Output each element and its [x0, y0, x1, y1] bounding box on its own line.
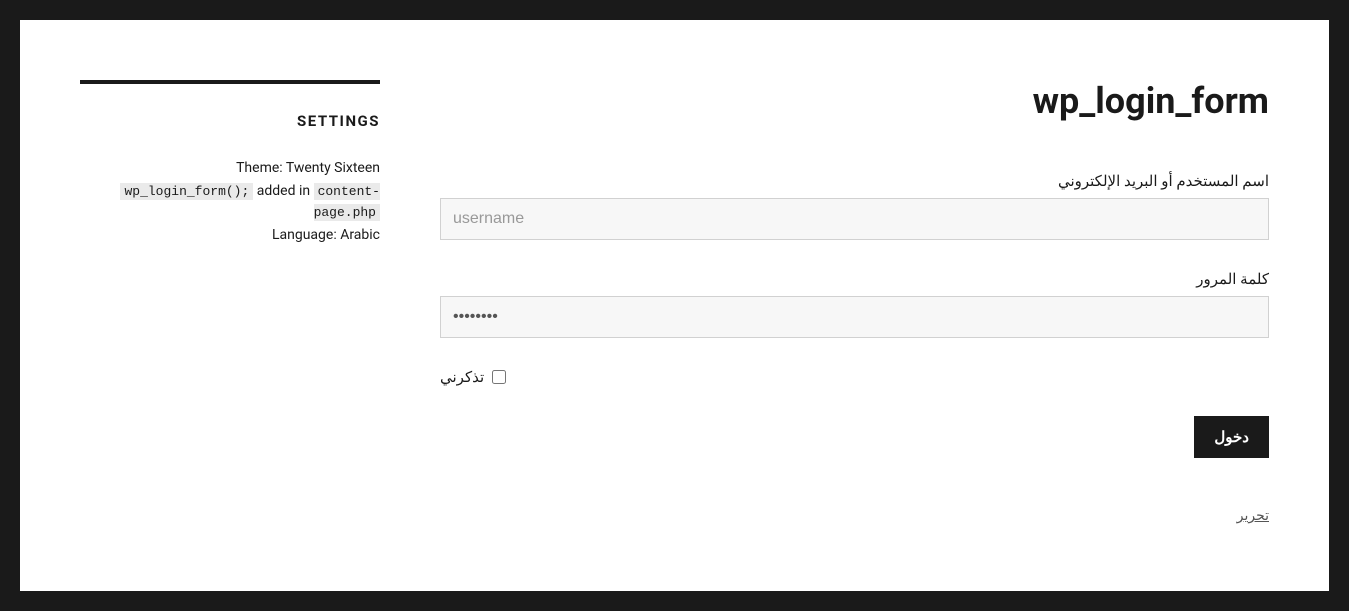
added-in-text: added in	[253, 183, 313, 199]
login-button[interactable]: دخول	[1194, 416, 1269, 458]
username-label: اسم المستخدم أو البريد الإلكتروني	[440, 172, 1269, 190]
language-line: Language: Arabic	[80, 225, 380, 246]
main-content: wp_login_form اسم المستخدم أو البريد الإ…	[380, 80, 1269, 531]
password-label: كلمة المرور	[440, 270, 1269, 288]
code-snippet-1: wp_login_form();	[120, 183, 253, 200]
sidebar-divider	[80, 80, 380, 84]
username-group: اسم المستخدم أو البريد الإلكتروني	[440, 172, 1269, 240]
page-container: SETTINGS Theme: Twenty Sixteen wp_login_…	[20, 20, 1329, 591]
page-title: wp_login_form	[440, 80, 1269, 122]
theme-line: Theme: Twenty Sixteen	[80, 158, 380, 179]
login-form: اسم المستخدم أو البريد الإلكتروني كلمة ا…	[440, 172, 1269, 458]
password-input[interactable]	[440, 296, 1269, 338]
password-group: كلمة المرور	[440, 270, 1269, 338]
submit-row: دخول	[440, 416, 1269, 458]
code-line: wp_login_form(); added in content-page.p…	[80, 181, 380, 223]
sidebar: SETTINGS Theme: Twenty Sixteen wp_login_…	[80, 80, 380, 531]
remember-checkbox[interactable]	[492, 370, 506, 384]
theme-value: Twenty Sixteen	[286, 160, 380, 176]
settings-heading: SETTINGS	[80, 112, 380, 130]
username-input[interactable]	[440, 198, 1269, 240]
language-label: Language:	[272, 227, 340, 243]
language-value: Arabic	[340, 227, 380, 243]
edit-link[interactable]: تحرير	[440, 508, 1269, 524]
remember-label: تذكرني	[440, 368, 484, 386]
code-snippet-2: content-page.php	[314, 183, 380, 221]
remember-row: تذكرني	[440, 368, 1269, 386]
theme-label: Theme:	[236, 160, 286, 176]
